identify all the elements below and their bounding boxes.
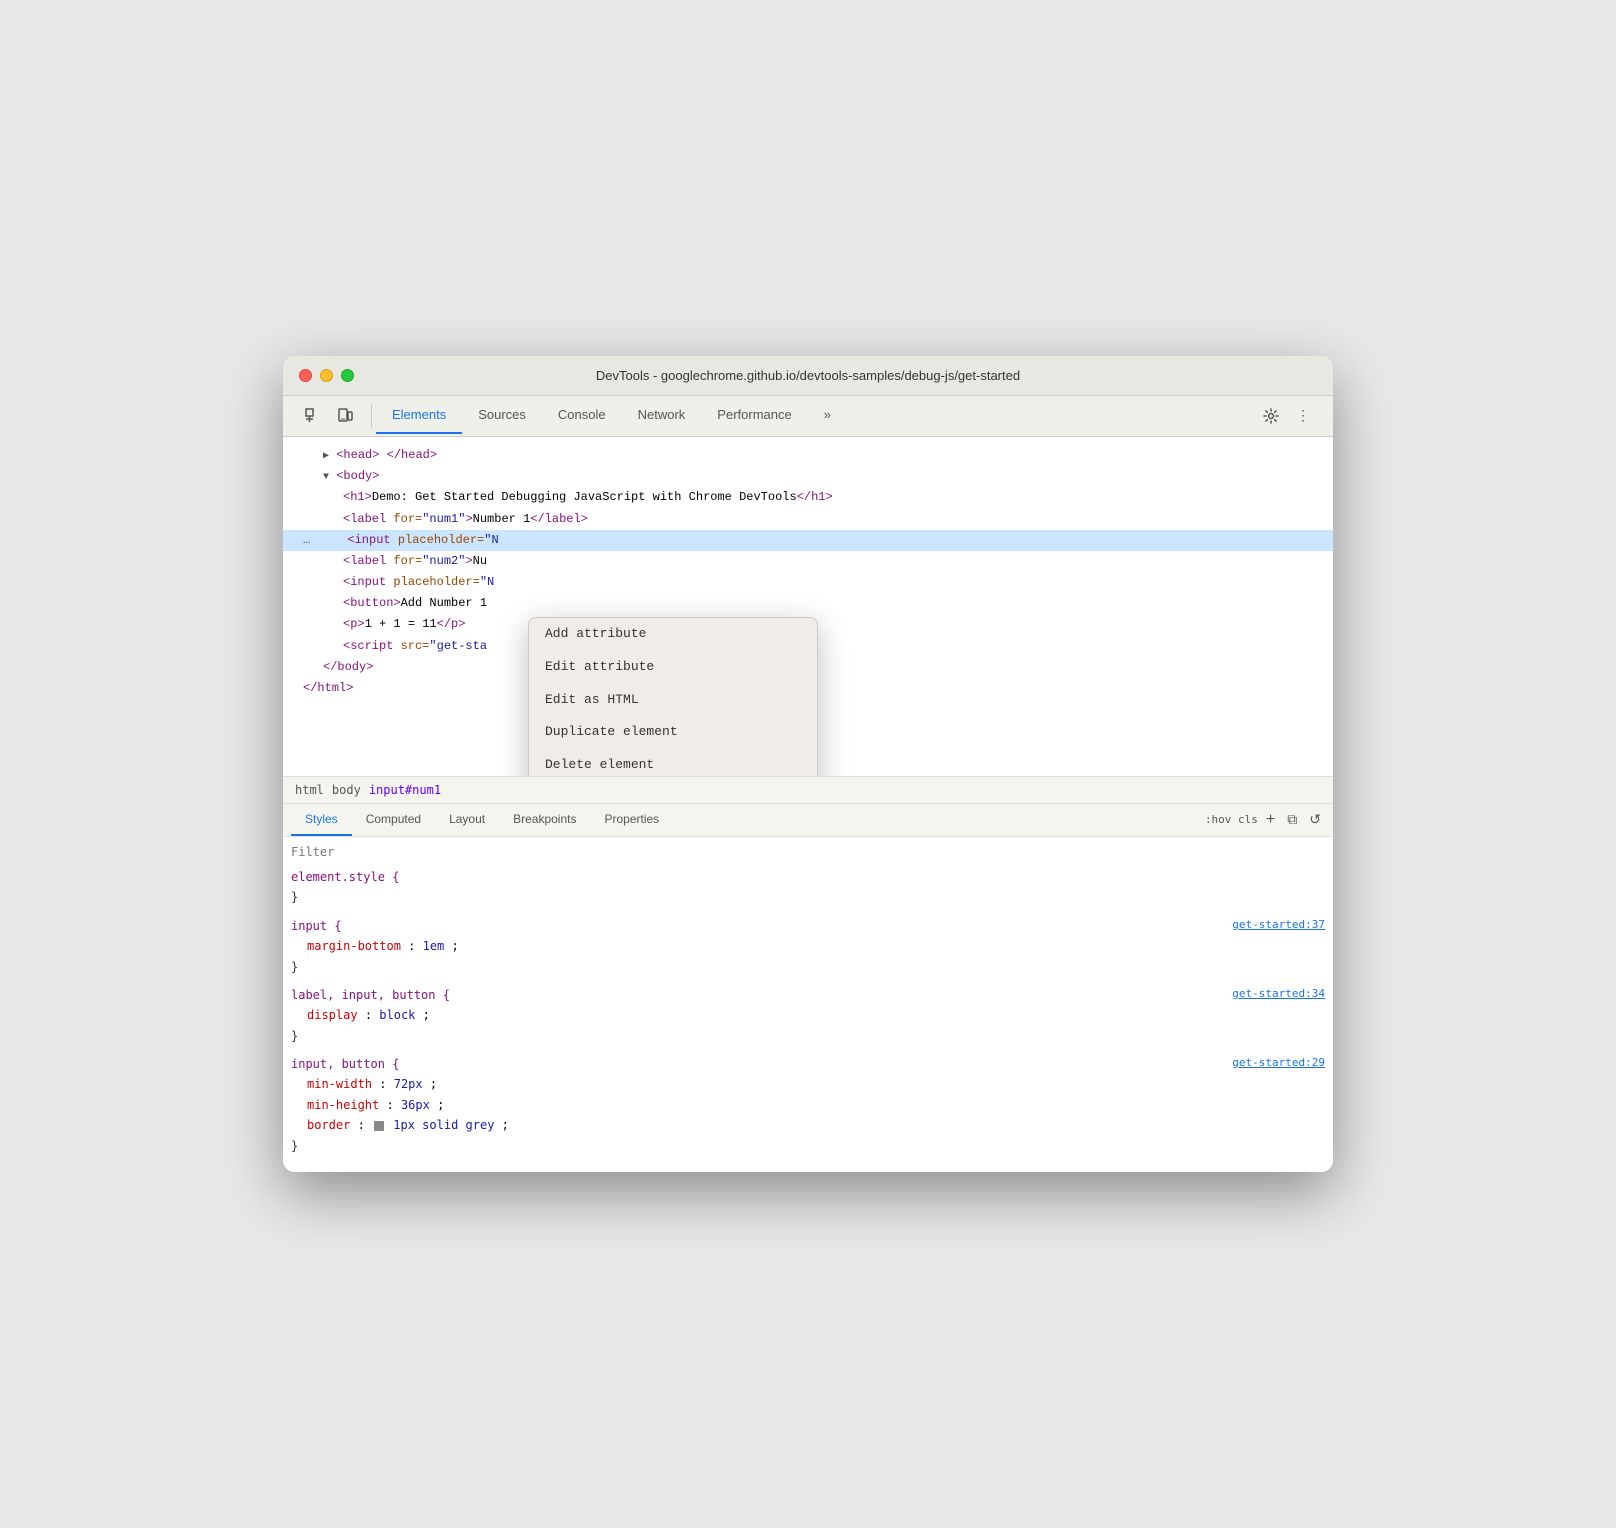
triangle-icon: ▼: [323, 472, 329, 483]
tab-more[interactable]: »: [808, 397, 847, 434]
tabs: Elements Sources Console Network Perform…: [376, 397, 1249, 434]
style-rule-input: get-started:37 input { margin-bottom : 1…: [291, 916, 1325, 977]
toolbar: Elements Sources Console Network Perform…: [283, 396, 1333, 437]
styles-toolbar-right: :hov cls + ⧉ ↺: [1205, 809, 1325, 831]
devtools-window: DevTools - googlechrome.github.io/devtoo…: [283, 356, 1333, 1172]
refresh-style-icon[interactable]: ↺: [1305, 809, 1325, 830]
breadcrumb-input[interactable]: input#num1: [369, 783, 441, 797]
filter-bar: [291, 845, 1325, 859]
menu-item-edit-attribute[interactable]: Edit attribute: [529, 651, 817, 684]
tab-styles[interactable]: Styles: [291, 804, 352, 836]
styles-panel: element.style { } get-started:37 input {…: [283, 837, 1333, 1172]
triangle-icon: ▶: [323, 451, 329, 462]
toolbar-divider: [371, 404, 372, 428]
pseudo-classes: :hov cls: [1205, 813, 1258, 826]
window-title: DevTools - googlechrome.github.io/devtoo…: [299, 368, 1317, 383]
dom-panel: ▶ <head> </head> ▼ <body> <h1>Demo: Get …: [283, 437, 1333, 777]
tab-network[interactable]: Network: [622, 397, 702, 434]
color-swatch: [374, 1121, 384, 1131]
minimize-button[interactable]: [320, 369, 333, 382]
device-icon[interactable]: [331, 402, 359, 430]
filter-input[interactable]: [291, 845, 491, 859]
tab-layout[interactable]: Layout: [435, 804, 499, 836]
context-menu: Add attribute Edit attribute Edit as HTM…: [528, 617, 818, 777]
dom-line: <label for="num2">Nu: [283, 551, 1333, 572]
tab-properties[interactable]: Properties: [590, 804, 673, 836]
menu-item-delete-element[interactable]: Delete element: [529, 749, 817, 777]
close-button[interactable]: [299, 369, 312, 382]
maximize-button[interactable]: [341, 369, 354, 382]
style-rule-input-button: get-started:29 input, button { min-width…: [291, 1054, 1325, 1156]
menu-item-duplicate-element[interactable]: Duplicate element: [529, 716, 817, 749]
traffic-lights: [299, 369, 354, 382]
main-content: ▶ <head> </head> ▼ <body> <h1>Demo: Get …: [283, 437, 1333, 1172]
dom-line: <label for="num1">Number 1</label>: [283, 509, 1333, 530]
breadcrumb-body[interactable]: body: [332, 783, 361, 797]
tab-console[interactable]: Console: [542, 397, 622, 434]
toolbar-icons: [291, 396, 367, 436]
tab-breakpoints[interactable]: Breakpoints: [499, 804, 590, 836]
breadcrumb-html[interactable]: html: [295, 783, 324, 797]
tab-elements[interactable]: Elements: [376, 397, 462, 434]
titlebar: DevTools - googlechrome.github.io/devtoo…: [283, 356, 1333, 396]
bottom-panel: Styles Computed Layout Breakpoints Prope…: [283, 804, 1333, 1172]
more-options-icon[interactable]: ⋮: [1289, 402, 1317, 430]
tab-sources[interactable]: Sources: [462, 397, 542, 434]
dom-line: ▼ <body>: [283, 466, 1333, 487]
dom-line-highlighted: … <input placeholder="N: [283, 530, 1333, 551]
style-rule-label-input-button: get-started:34 label, input, button { di…: [291, 985, 1325, 1046]
dom-line: <h1>Demo: Get Started Debugging JavaScri…: [283, 487, 1333, 508]
style-rule-element: element.style { }: [291, 867, 1325, 908]
toolbar-right: ⋮: [1249, 396, 1325, 436]
bottom-tabs: Styles Computed Layout Breakpoints Prope…: [283, 804, 1333, 837]
settings-icon[interactable]: [1257, 402, 1285, 430]
tab-computed[interactable]: Computed: [352, 804, 435, 836]
tab-performance[interactable]: Performance: [701, 397, 807, 434]
inspect-icon[interactable]: [299, 402, 327, 430]
dom-line: <button>Add Number 1: [283, 593, 1333, 614]
menu-item-add-attribute[interactable]: Add attribute: [529, 618, 817, 651]
breadcrumb-bar: html body input#num1: [283, 777, 1333, 804]
style-source-link[interactable]: get-started:37: [1232, 916, 1325, 935]
copy-style-icon[interactable]: ⧉: [1283, 809, 1301, 830]
menu-item-edit-as-html[interactable]: Edit as HTML: [529, 684, 817, 717]
style-source-link[interactable]: get-started:34: [1232, 985, 1325, 1004]
add-style-icon[interactable]: +: [1262, 809, 1279, 831]
style-source-link[interactable]: get-started:29: [1232, 1054, 1325, 1073]
dom-line: ▶ <head> </head>: [283, 445, 1333, 466]
dom-line: <input placeholder="N: [283, 572, 1333, 593]
